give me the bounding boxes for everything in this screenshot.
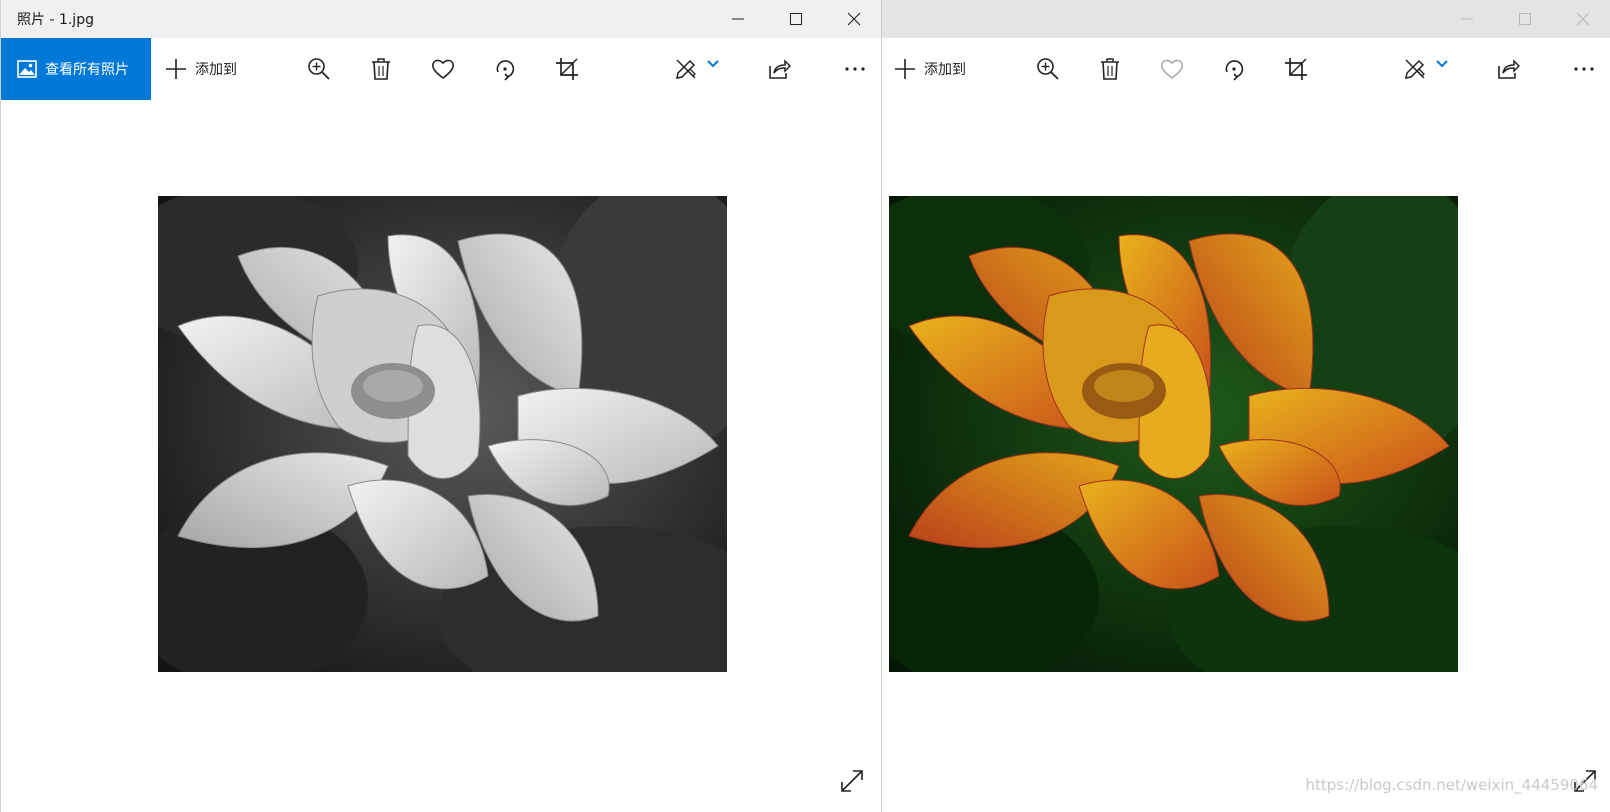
share-button[interactable] [761, 38, 797, 100]
rotate-icon [1225, 60, 1244, 81]
lotus-image-gray [158, 196, 727, 672]
zoom-in-icon [308, 58, 330, 80]
view-all-photos-label: 查看所有照片 [45, 62, 129, 78]
delete-button[interactable] [1092, 38, 1128, 100]
crop-icon [1285, 58, 1307, 80]
favorite-button[interactable] [425, 38, 461, 100]
add-to-button[interactable]: 添加到 [165, 38, 265, 100]
title-bar[interactable]: 照片 - 1.jpg [1, 0, 881, 38]
zoom-in-icon [1037, 58, 1059, 80]
zoom-in-button[interactable] [301, 38, 337, 100]
more-icon [1574, 67, 1594, 71]
close-icon [847, 12, 861, 26]
title-bar[interactable] [882, 0, 1610, 38]
zoom-in-button[interactable] [1030, 38, 1066, 100]
window-title: 照片 - 1.jpg [17, 12, 94, 28]
close-button[interactable] [1554, 0, 1610, 38]
more-options-button[interactable] [837, 38, 873, 100]
edit-create-button[interactable] [1398, 38, 1454, 100]
photo-grayscale[interactable] [158, 196, 727, 672]
toolbar: 添加到 [882, 38, 1610, 100]
add-to-label: 添加到 [924, 62, 966, 78]
view-all-photos-button[interactable]: 查看所有照片 [1, 38, 151, 100]
rotate-button[interactable] [487, 38, 523, 100]
rotate-icon [496, 60, 515, 81]
plus-icon [895, 59, 915, 79]
minimize-icon [732, 18, 744, 20]
lotus-image-color [889, 196, 1458, 672]
trash-icon [1101, 58, 1119, 80]
edit-draw-icon [676, 59, 696, 79]
toolbar: 查看所有照片 添加到 [1, 38, 881, 100]
minimize-button[interactable] [1438, 0, 1496, 38]
crop-button[interactable] [1278, 38, 1314, 100]
expand-icon[interactable] [837, 766, 867, 796]
edit-draw-icon [1405, 59, 1425, 79]
chevron-down-icon [1436, 60, 1448, 68]
close-icon [1576, 12, 1590, 26]
more-options-button[interactable] [1566, 38, 1602, 100]
crop-icon [556, 58, 578, 80]
minimize-button[interactable] [709, 0, 767, 38]
maximize-button[interactable] [1496, 0, 1554, 38]
crop-button[interactable] [549, 38, 585, 100]
maximize-icon [1519, 13, 1531, 25]
delete-button[interactable] [363, 38, 399, 100]
watermark: https://blog.csdn.net/weixin_44459064 [1305, 776, 1598, 794]
chevron-down-icon [707, 60, 719, 68]
minimize-icon [1461, 18, 1473, 20]
picture-icon [17, 60, 37, 78]
maximize-button[interactable] [767, 0, 825, 38]
plus-icon [166, 59, 186, 79]
photos-window-right: 添加到 https://blog.csdn.net/weixin_4445906… [882, 0, 1610, 812]
share-icon [1498, 59, 1520, 79]
maximize-icon [790, 13, 802, 25]
rotate-button[interactable] [1216, 38, 1252, 100]
heart-icon [1161, 59, 1183, 80]
share-button[interactable] [1490, 38, 1526, 100]
trash-icon [372, 58, 390, 80]
share-icon [769, 59, 791, 79]
close-button[interactable] [825, 0, 881, 38]
favorite-button[interactable] [1154, 38, 1190, 100]
add-to-label: 添加到 [195, 62, 237, 78]
more-icon [845, 67, 865, 71]
photos-window-left: 照片 - 1.jpg 查看所有照片 添加到 [0, 0, 882, 812]
edit-create-button[interactable] [669, 38, 725, 100]
photo-colorized[interactable] [889, 196, 1458, 672]
add-to-button[interactable]: 添加到 [894, 38, 994, 100]
heart-icon [432, 59, 454, 80]
